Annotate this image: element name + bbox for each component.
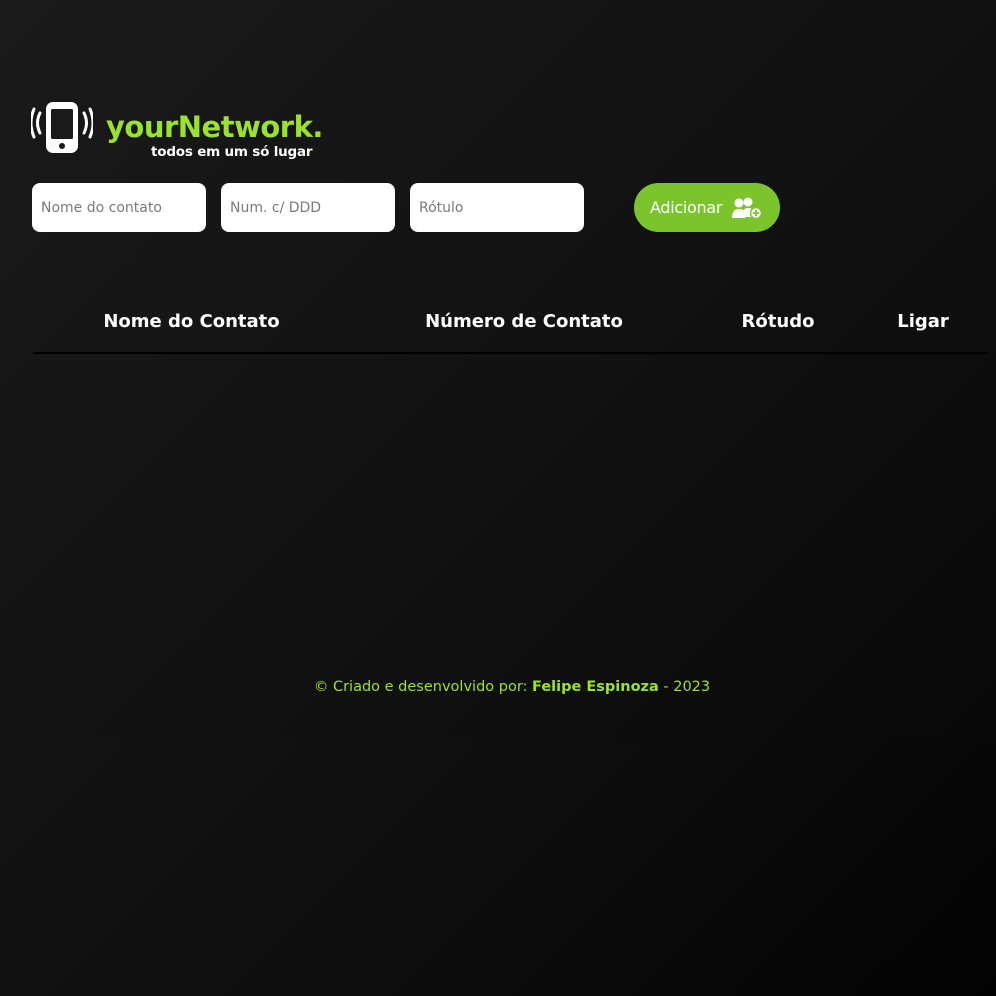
footer: © Criado e desenvolvido por: Felipe Espi… xyxy=(0,676,996,698)
contact-label-input[interactable] xyxy=(410,183,584,232)
footer-author: Felipe Espinoza xyxy=(532,679,659,695)
brand-title: yourNetwork. xyxy=(106,110,323,144)
brand-subtitle: todos em um só lugar xyxy=(151,144,313,160)
phone-vibrating-icon xyxy=(31,102,93,153)
brand-logo: yourNetwork. todos em um só lugar xyxy=(31,101,331,163)
add-user-icon xyxy=(732,197,763,219)
header-call: Ligar xyxy=(858,290,988,354)
contacts-table: Nome do Contato Número de Contato Rótudo… xyxy=(33,290,988,354)
header-contact-label: Rótudo xyxy=(698,290,858,354)
add-contact-button[interactable]: Adicionar xyxy=(634,183,780,232)
page: yourNetwork. todos em um só lugar Adicio… xyxy=(0,0,996,996)
table-header-row: Nome do Contato Número de Contato Rótudo… xyxy=(33,290,988,354)
footer-suffix: - 2023 xyxy=(658,679,711,695)
footer-prefix: © Criado e desenvolvido por: xyxy=(313,679,533,695)
contact-number-input[interactable] xyxy=(221,183,395,232)
header-contact-number: Número de Contato xyxy=(350,290,698,354)
add-button-label: Adicionar xyxy=(650,198,723,217)
page-lower-background xyxy=(0,739,996,996)
contact-name-input[interactable] xyxy=(32,183,206,232)
header-contact-name: Nome do Contato xyxy=(33,290,350,354)
